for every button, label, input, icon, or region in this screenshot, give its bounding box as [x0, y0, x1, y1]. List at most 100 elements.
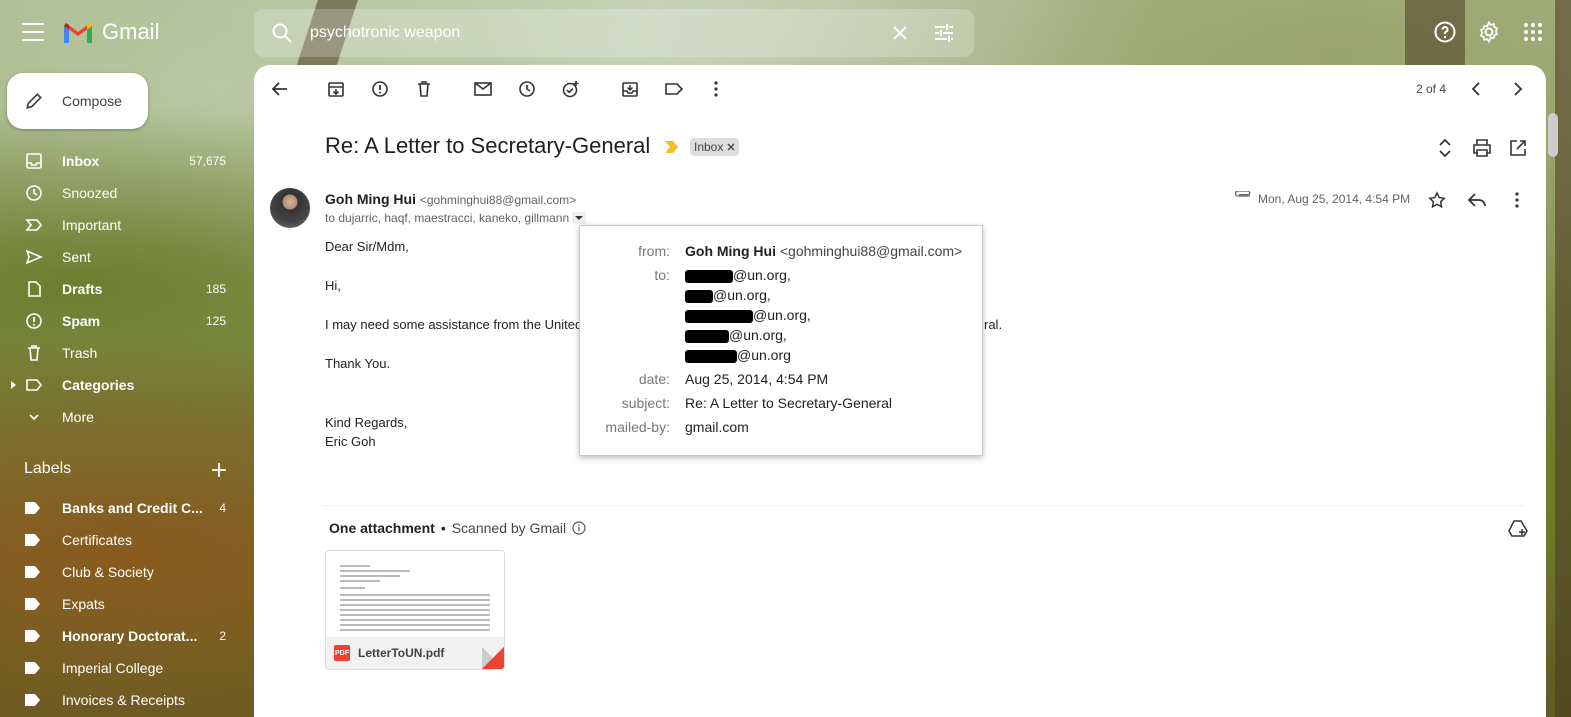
show-details-dropdown-icon[interactable]: [572, 212, 587, 224]
add-to-drive-icon[interactable]: [1508, 519, 1528, 537]
apps-grid-icon[interactable]: [1521, 20, 1545, 44]
sidebar-item-categories[interactable]: Categories: [0, 369, 240, 401]
label-list: Banks and Credit C... 4 Certificates Clu…: [0, 492, 240, 716]
label-count: 2: [219, 629, 226, 643]
trash-icon: [28, 345, 40, 361]
expand-arrow-icon[interactable]: [11, 381, 17, 389]
important-marker-icon: [25, 219, 43, 231]
compose-button[interactable]: Compose: [7, 73, 148, 129]
mark-unread-icon[interactable]: [473, 79, 493, 99]
sidebar-item-drafts[interactable]: Drafts 185: [0, 273, 240, 305]
expand-all-icon[interactable]: [1436, 138, 1454, 158]
open-new-window-icon[interactable]: [1508, 138, 1528, 158]
compose-label: Compose: [62, 93, 122, 109]
to-recipient: @un.org,: [685, 307, 811, 323]
add-label-icon[interactable]: [210, 461, 228, 479]
label-tag-icon: [25, 630, 40, 642]
sidebar-item-trash[interactable]: Trash: [0, 337, 240, 369]
scrollbar[interactable]: [1548, 113, 1558, 157]
message-toolbar: 2 of 4: [254, 65, 1546, 113]
star-icon[interactable]: [1428, 191, 1446, 209]
sidebar-item-inbox[interactable]: Inbox 57,675: [0, 145, 240, 177]
back-arrow-icon[interactable]: [270, 79, 290, 99]
label-name: Certificates: [62, 532, 133, 548]
gmail-m-icon: [64, 23, 92, 43]
mailed-by-key: mailed-by:: [605, 419, 670, 435]
label-as-icon[interactable]: [664, 79, 684, 99]
label-item[interactable]: Imperial College: [0, 652, 240, 684]
chevron-down-icon: [29, 414, 39, 421]
important-marker-icon[interactable]: [665, 141, 679, 153]
sidebar-item-more[interactable]: More: [0, 401, 240, 433]
to-recipient: @un.org,: [685, 327, 787, 343]
sidebar-item-label: Important: [62, 217, 122, 233]
newer-chevron-left-icon[interactable]: [1467, 79, 1487, 99]
sidebar-item-spam[interactable]: Spam 125: [0, 305, 240, 337]
from-name: Goh Ming Hui: [685, 243, 776, 259]
attachment-thumbnail[interactable]: PDF LetterToUN.pdf: [325, 550, 505, 670]
sidebar-item-important[interactable]: Important: [0, 209, 240, 241]
label-count: 4: [219, 501, 226, 515]
sidebar-item-label: Sent: [62, 249, 91, 265]
message-date: Mon, Aug 25, 2014, 4:54 PM: [1258, 192, 1411, 206]
label-tag-icon: [25, 662, 40, 674]
more-vertical-icon[interactable]: [706, 79, 726, 99]
label-item[interactable]: Expats: [0, 588, 240, 620]
label-item[interactable]: Invoices & Receipts: [0, 684, 240, 716]
report-spam-icon[interactable]: [370, 79, 390, 99]
remove-label-icon[interactable]: [727, 143, 735, 151]
label-name: Honorary Doctorat...: [62, 628, 198, 644]
subject-value: Re: A Letter to Secretary-General: [685, 395, 892, 411]
sender-avatar[interactable]: [270, 188, 310, 228]
to-domain: @un.org,: [713, 287, 771, 303]
sidebar-item-snoozed[interactable]: Snoozed: [0, 177, 240, 209]
date-value: Aug 25, 2014, 4:54 PM: [685, 371, 829, 387]
more-vertical-icon[interactable]: [1508, 191, 1526, 209]
redaction-mark: [685, 289, 713, 303]
report-icon: [26, 313, 42, 329]
from-value: Goh Ming Hui <gohminghui88@gmail.com>: [685, 243, 962, 259]
search-bar[interactable]: psychotronic weapon: [254, 9, 974, 57]
move-to-icon[interactable]: [620, 79, 640, 99]
label-tag-icon: [25, 598, 40, 610]
inbox-label-chip[interactable]: Inbox: [690, 138, 740, 156]
label-item[interactable]: Honorary Doctorat... 2: [0, 620, 240, 652]
settings-gear-icon[interactable]: [1477, 20, 1501, 44]
delete-icon[interactable]: [414, 79, 434, 99]
sender-name[interactable]: Goh Ming Hui: [325, 191, 416, 207]
help-icon[interactable]: [1433, 20, 1457, 44]
sidebar-item-label: Snoozed: [62, 185, 118, 201]
background-tree: [1555, 0, 1571, 717]
pdf-icon: PDF: [334, 645, 350, 661]
archive-icon[interactable]: [326, 79, 346, 99]
body-regards: Kind Regards,: [325, 415, 408, 430]
snooze-clock-icon[interactable]: [517, 79, 537, 99]
label-item[interactable]: Certificates: [0, 524, 240, 556]
clock-icon: [26, 185, 42, 201]
attachment-count: One attachment: [329, 520, 435, 536]
reply-icon[interactable]: [1467, 191, 1487, 209]
sidebar-item-sent[interactable]: Sent: [0, 241, 240, 273]
label-item[interactable]: Club & Society: [0, 556, 240, 588]
info-icon[interactable]: [572, 521, 586, 535]
to-key: to:: [654, 267, 670, 283]
older-chevron-right-icon[interactable]: [1507, 79, 1527, 99]
search-options-icon[interactable]: [932, 21, 956, 45]
label-item[interactable]: Banks and Credit C... 4: [0, 492, 240, 524]
pencil-icon: [26, 93, 42, 109]
search-input[interactable]: psychotronic weapon: [310, 24, 460, 42]
sidebar-item-label: Spam: [62, 313, 101, 329]
inbox-chip-label: Inbox: [694, 140, 724, 154]
print-icon[interactable]: [1472, 138, 1492, 158]
clear-search-icon[interactable]: [888, 21, 912, 45]
to-domain: @un.org: [737, 347, 791, 363]
add-task-icon[interactable]: [561, 79, 581, 99]
search-icon[interactable]: [270, 21, 294, 45]
to-recipient: @un.org,: [685, 267, 791, 283]
send-icon: [25, 249, 43, 265]
attachment-footer: PDF LetterToUN.pdf: [326, 637, 504, 669]
gmail-logo[interactable]: Gmail: [62, 19, 159, 45]
recipients-text: to dujarric, haqf, maestracci, kaneko, g…: [325, 211, 570, 225]
from-key: from:: [638, 243, 670, 259]
main-menu-button[interactable]: [22, 23, 44, 41]
